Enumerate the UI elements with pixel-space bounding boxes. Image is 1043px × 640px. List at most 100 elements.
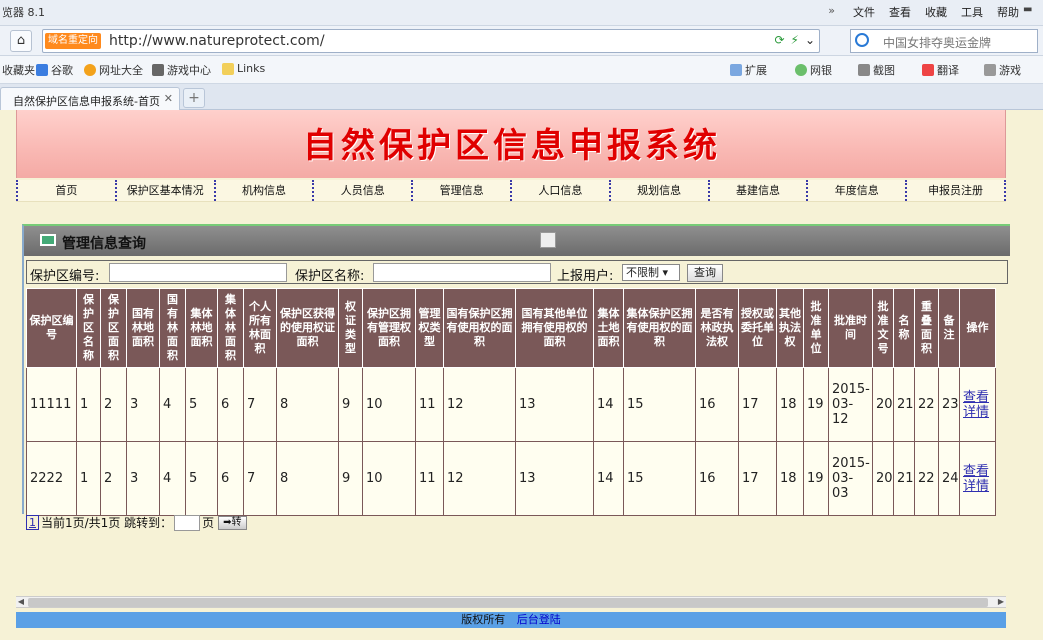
fav-google[interactable]: 谷歌 [36,62,73,78]
nav-population[interactable]: 人口信息 [509,180,609,201]
view-details-link[interactable]: 查看详情 [963,390,989,420]
menu-tools[interactable]: 工具 [961,4,983,20]
column-header: 其他执法权 [776,288,804,368]
table-cell: 9 [338,441,363,516]
search-form: 保护区编号: 保护区名称: 上报用户: 不限制 ▾ 查询 [26,260,1008,284]
address-bar: ⌂ 域名重定向 http://www.natureprotect.com/ ⟳ … [0,26,1043,56]
table-cell: 16 [695,367,739,442]
nav-planning[interactable]: 规划信息 [608,180,708,201]
tool-games[interactable]: 游戏 [984,62,1021,78]
table-header-row: 保护区编号 保护区名称 保护区面积 国有林地面积 国有林面积 集体林地面积 集体林面积 个人所… [26,288,996,368]
home-icon[interactable]: ⌂ [10,30,32,52]
table-cell: 4 [159,441,186,516]
refresh-icon[interactable]: ⟳ [774,33,784,47]
fav-links[interactable]: Links [222,62,265,75]
panel-title: 管理信息查询 [62,236,146,252]
column-header: 是否有林政执法权 [695,288,739,368]
folder-icon [222,62,234,75]
jump-page-input[interactable] [174,514,201,531]
column-header: 集体保护区拥有使用权的面积 [623,288,696,368]
table-cell: 2015-03-12 [828,367,873,442]
user-select[interactable]: 不限制 ▾ [622,264,680,281]
url-text[interactable]: http://www.natureprotect.com/ [109,33,325,49]
nav-management[interactable]: 管理信息 [411,180,510,201]
tool-banking[interactable]: 网银 [795,62,832,78]
column-header: 保护区名称 [76,288,101,368]
nav-home[interactable]: 首页 [16,180,115,201]
table-row: 11111 1 2 3 4 5 6 7 8 9 10 11 12 13 14 15 16 17 18 19 2015-0… [26,367,996,442]
menu-more[interactable]: » [828,4,835,20]
column-header: 国有保护区拥有使用权的面积 [443,288,516,368]
table-cell: 5 [185,367,218,442]
name-input[interactable] [373,263,551,282]
table-cell: 2015-03-03 [828,441,873,516]
column-header: 保护区拥有管理权面积 [362,288,416,368]
fav-games[interactable]: 游戏中心 [152,62,211,78]
nav-register[interactable]: 申报员注册 [905,180,1006,201]
url-dropdown-icon[interactable]: ⌄ [805,33,815,47]
column-header: 保护区编号 [26,288,77,368]
table-cell: 15 [623,441,696,516]
menu-favorites[interactable]: 收藏 [925,4,947,20]
menu-view[interactable]: 查看 [889,4,911,20]
nav-infrastructure[interactable]: 基建信息 [707,180,807,201]
url-icons: ⟳ ⚡ ⌄ [774,33,815,47]
column-header: 名称 [893,288,915,368]
table-cell: 16 [695,441,739,516]
fav-bookmarks[interactable]: 收藏夹 [2,62,35,78]
printer-icon[interactable] [540,232,556,248]
nav-reserve-basics[interactable]: 保护区基本情况 [114,180,214,201]
window-minimize-icon[interactable]: ▬ [1023,4,1037,18]
scroll-left-icon[interactable]: ◀ [16,597,26,607]
table-cell: 10 [362,441,416,516]
horizontal-scrollbar[interactable]: ◀ ▶ [16,596,1006,608]
code-input[interactable] [109,263,287,282]
table-cell: 17 [738,367,777,442]
management-table: 保护区编号 保护区名称 保护区面积 国有林地面积 国有林面积 集体林地面积 集体林面积 个人所… [26,288,996,516]
column-header: 备注 [938,288,960,368]
go-button[interactable]: ➡转 [218,515,247,530]
action-cell: 查看详情 [959,367,996,442]
gamepad-icon [152,64,164,76]
table-cell: 11 [415,367,444,442]
user-label: 上报用户: [557,269,614,284]
scissors-icon [858,64,870,76]
menu-help[interactable]: 帮助 [997,4,1019,20]
scroll-thumb[interactable] [28,598,988,607]
url-box[interactable]: 域名重定向 http://www.natureprotect.com/ ⟳ ⚡ … [42,29,820,53]
search-box[interactable]: 中国女排夺奥运金牌 [850,29,1038,53]
table-cell: 4 [159,367,186,442]
browser-app-title: 览器 8.1 [2,6,45,19]
pager: 1 当前1页/共1页 跳转到： 页 ➡转 [26,514,247,531]
column-header: 国有林地面积 [126,288,160,368]
site-nav: 首页 保护区基本情况 机构信息 人员信息 管理信息 人口信息 规划信息 基建信息… [16,180,1006,202]
page-link[interactable]: 1 [26,515,39,530]
fav-sites[interactable]: 网址大全 [84,62,143,78]
nav-personnel[interactable]: 人员信息 [312,180,411,201]
speed-icon[interactable]: ⚡ [791,33,799,47]
menu-file[interactable]: 文件 [853,4,875,20]
panel-title-icon [40,234,56,246]
extensions-icon [730,64,742,76]
nav-annual[interactable]: 年度信息 [806,180,905,201]
column-header: 批准时间 [828,288,873,368]
table-cell: 12 [443,441,516,516]
table-cell: 5 [185,441,218,516]
tool-extensions[interactable]: 扩展 [730,62,767,78]
column-header: 保护区获得的使用权证面积 [276,288,339,368]
tab-active[interactable]: 自然保护区信息申报系统-首页 ✕ [0,87,180,110]
view-details-link[interactable]: 查看详情 [963,464,989,494]
tool-translate[interactable]: 翻译 [922,62,959,78]
search-engine-icon[interactable] [855,33,869,47]
table-cell: 13 [515,367,594,442]
tab-close-icon[interactable]: ✕ [164,92,173,105]
panel-header: 管理信息查询 [24,226,1010,256]
tool-screenshot[interactable]: 截图 [858,62,895,78]
nav-organization[interactable]: 机构信息 [213,180,313,201]
new-tab-button[interactable]: + [183,88,205,108]
scroll-right-icon[interactable]: ▶ [996,597,1006,607]
table-cell: 9 [338,367,363,442]
column-header: 集体土地面积 [593,288,624,368]
admin-login-link[interactable]: 后台登陆 [517,613,561,626]
query-button[interactable]: 查询 [687,264,723,282]
